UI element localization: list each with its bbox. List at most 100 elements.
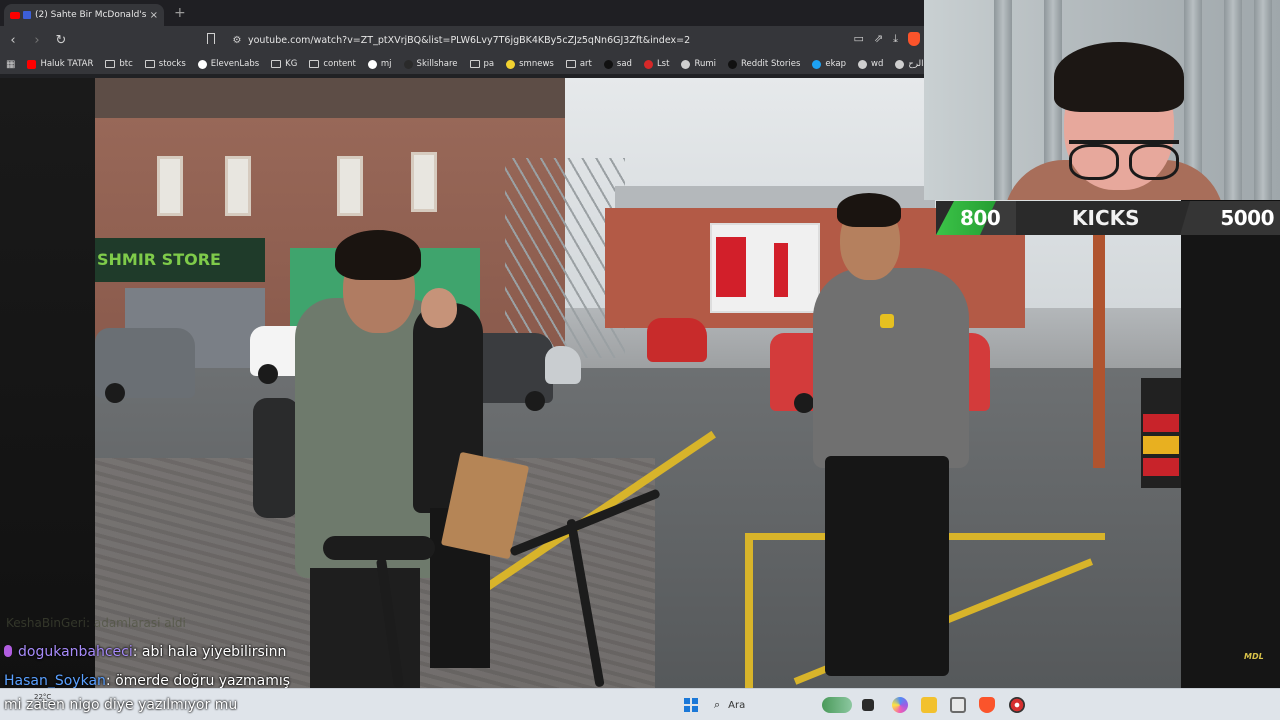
bookmark-item[interactable]: stocks <box>144 59 186 69</box>
search-icon: ⌕ <box>714 698 721 711</box>
bookmark-label: Haluk TATAR <box>40 59 94 69</box>
reload-icon[interactable]: ↻ <box>50 33 72 48</box>
bookmark-label: KG <box>285 59 298 69</box>
scene-store-sign: SHMIR STORE <box>95 238 265 282</box>
bookmark-item[interactable]: ekap <box>812 59 846 69</box>
youtube-icon <box>27 59 37 69</box>
bookmark-item[interactable]: smnews <box>506 59 554 69</box>
bookmark-item[interactable]: pa <box>469 59 494 69</box>
bookmark-page-icon[interactable] <box>207 33 215 44</box>
chat-text: : ömerde doğru yazmamış <box>105 673 291 689</box>
apps-grid-icon[interactable]: ▦ <box>6 59 15 70</box>
bookmark-label: mj <box>380 59 392 69</box>
back-icon[interactable]: ‹ <box>2 33 24 48</box>
github-icon <box>367 59 377 69</box>
scene-car <box>647 318 707 362</box>
bookmark-label: Skillshare <box>416 59 458 69</box>
bookmark-item[interactable]: sad <box>603 59 632 69</box>
folder-icon <box>271 60 282 68</box>
bookmark-item[interactable]: btc <box>105 59 133 69</box>
bookmark-label: btc <box>119 59 133 69</box>
scene-backpack <box>253 398 299 518</box>
chat-text: mi zaten nigo diye yazılmıyor mu <box>4 697 238 713</box>
browser-nav-bar: ‹ › ↻ ⚙ youtube.com/watch?v=ZT_ptXVrjBQ&… <box>0 26 924 54</box>
folder-icon <box>105 60 116 68</box>
scene-window <box>337 156 363 216</box>
scene-pole <box>1093 228 1105 468</box>
kicks-current: 800 <box>960 206 1001 230</box>
kicks-goal: 5000 <box>1220 206 1274 230</box>
bookmark-label: wd <box>871 59 884 69</box>
brave-browser-icon[interactable] <box>979 697 995 713</box>
folder-icon <box>144 60 155 68</box>
bookmark-item[interactable]: art <box>565 59 592 69</box>
folder-icon <box>469 60 480 68</box>
store-sign-text: SHMIR STORE <box>97 250 221 269</box>
bird-icon <box>812 59 822 69</box>
bookmark-label: Lst <box>656 59 670 69</box>
left-side-panel <box>0 78 95 688</box>
bookmark-item[interactable]: Skillshare <box>403 59 458 69</box>
bookmark-label: Rumi <box>694 59 716 69</box>
bookmark-item[interactable]: mj <box>367 59 392 69</box>
bookmark-item[interactable]: content <box>309 59 356 69</box>
chat-faded-line: KeshaBinGeri: adamlarasi aldi <box>6 616 186 630</box>
chat-username[interactable]: dogukanbahceci <box>18 644 133 660</box>
chat-message: Hasan_Soykan: ömerde doğru yazmamış <box>4 673 290 689</box>
bookmark-label: ElevenLabs <box>210 59 260 69</box>
bookmark-item[interactable]: الرحمن الرح... <box>895 59 924 69</box>
task-view-icon[interactable] <box>862 699 874 711</box>
bookmark-label: Reddit Stories <box>741 59 801 69</box>
browser-tab-bar: (2) Sahte Bir McDonald's Ara... × + <box>0 0 924 26</box>
streamer-webcam <box>924 0 1280 200</box>
install-icon[interactable]: ⤓ <box>893 32 898 46</box>
share-icon[interactable]: ⇗ <box>874 32 883 46</box>
scene-window <box>157 156 183 216</box>
new-tab-button[interactable]: + <box>174 5 186 21</box>
bookmark-label: الرحمن الرح... <box>908 59 924 69</box>
file-explorer-icon[interactable] <box>921 697 937 713</box>
windows-start-icon[interactable] <box>684 698 698 712</box>
cast-icon[interactable]: ▭ <box>854 32 864 46</box>
bookmark-item[interactable]: Reddit Stories <box>728 59 800 69</box>
scene-window <box>411 152 437 212</box>
bookmark-item[interactable]: wd <box>858 59 883 69</box>
copilot-icon[interactable] <box>892 697 908 713</box>
bookmark-item[interactable]: KG <box>271 59 297 69</box>
d-logo-icon <box>728 59 737 69</box>
site-settings-icon[interactable]: ⚙ <box>226 35 248 46</box>
scene-menu-board <box>1141 378 1181 488</box>
wiki-icon <box>858 59 867 69</box>
channel-watermark: MDL <box>1244 652 1264 661</box>
feather-icon <box>603 59 613 69</box>
snipping-tool-icon[interactable] <box>950 697 966 713</box>
search-highlight-icon <box>822 697 852 713</box>
close-tab-icon[interactable]: × <box>150 10 158 21</box>
glasses-icon <box>1069 140 1179 180</box>
chat-username[interactable]: Hasan_Soykan <box>4 673 106 689</box>
bookmark-item[interactable]: ElevenLabs <box>197 59 260 69</box>
obs-record-icon[interactable] <box>1009 697 1025 713</box>
taskbar-search-label: Ara <box>728 699 746 711</box>
bookmarks-bar: ▦ Haluk TATAR btc stocks ElevenLabs KG conten… <box>0 54 924 74</box>
bookmark-label: smnews <box>519 59 554 69</box>
forward-icon[interactable]: › <box>26 33 48 48</box>
taskbar-search[interactable]: ⌕ Ara <box>708 694 858 716</box>
bookmark-item[interactable]: Haluk TATAR <box>27 59 93 69</box>
screen: (2) Sahte Bir McDonald's Ara... × + ‹ › … <box>0 0 1280 720</box>
address-url[interactable]: youtube.com/watch?v=ZT_ptXVrjBQ&list=PLW… <box>248 35 916 46</box>
address-bar[interactable]: ⚙ youtube.com/watch?v=ZT_ptXVrjBQ&list=P… <box>226 30 916 50</box>
bookmark-item[interactable]: Lst <box>643 59 670 69</box>
browser-tab[interactable]: (2) Sahte Bir McDonald's Ara... × <box>4 4 164 26</box>
bookmark-label: sad <box>616 59 632 69</box>
bookmark-item[interactable]: Rumi <box>681 59 716 69</box>
bookmark-label: stocks <box>158 59 186 69</box>
globe-icon <box>681 59 691 69</box>
scene-car <box>545 346 581 384</box>
brave-shield-icon[interactable] <box>908 32 920 46</box>
bookmark-label: art <box>579 59 592 69</box>
right-side-panel <box>1181 235 1280 688</box>
folder-icon <box>309 60 320 68</box>
chat-text: : abi hala yiyebilirsinn <box>132 644 287 660</box>
scene-bike-seat <box>323 536 435 560</box>
